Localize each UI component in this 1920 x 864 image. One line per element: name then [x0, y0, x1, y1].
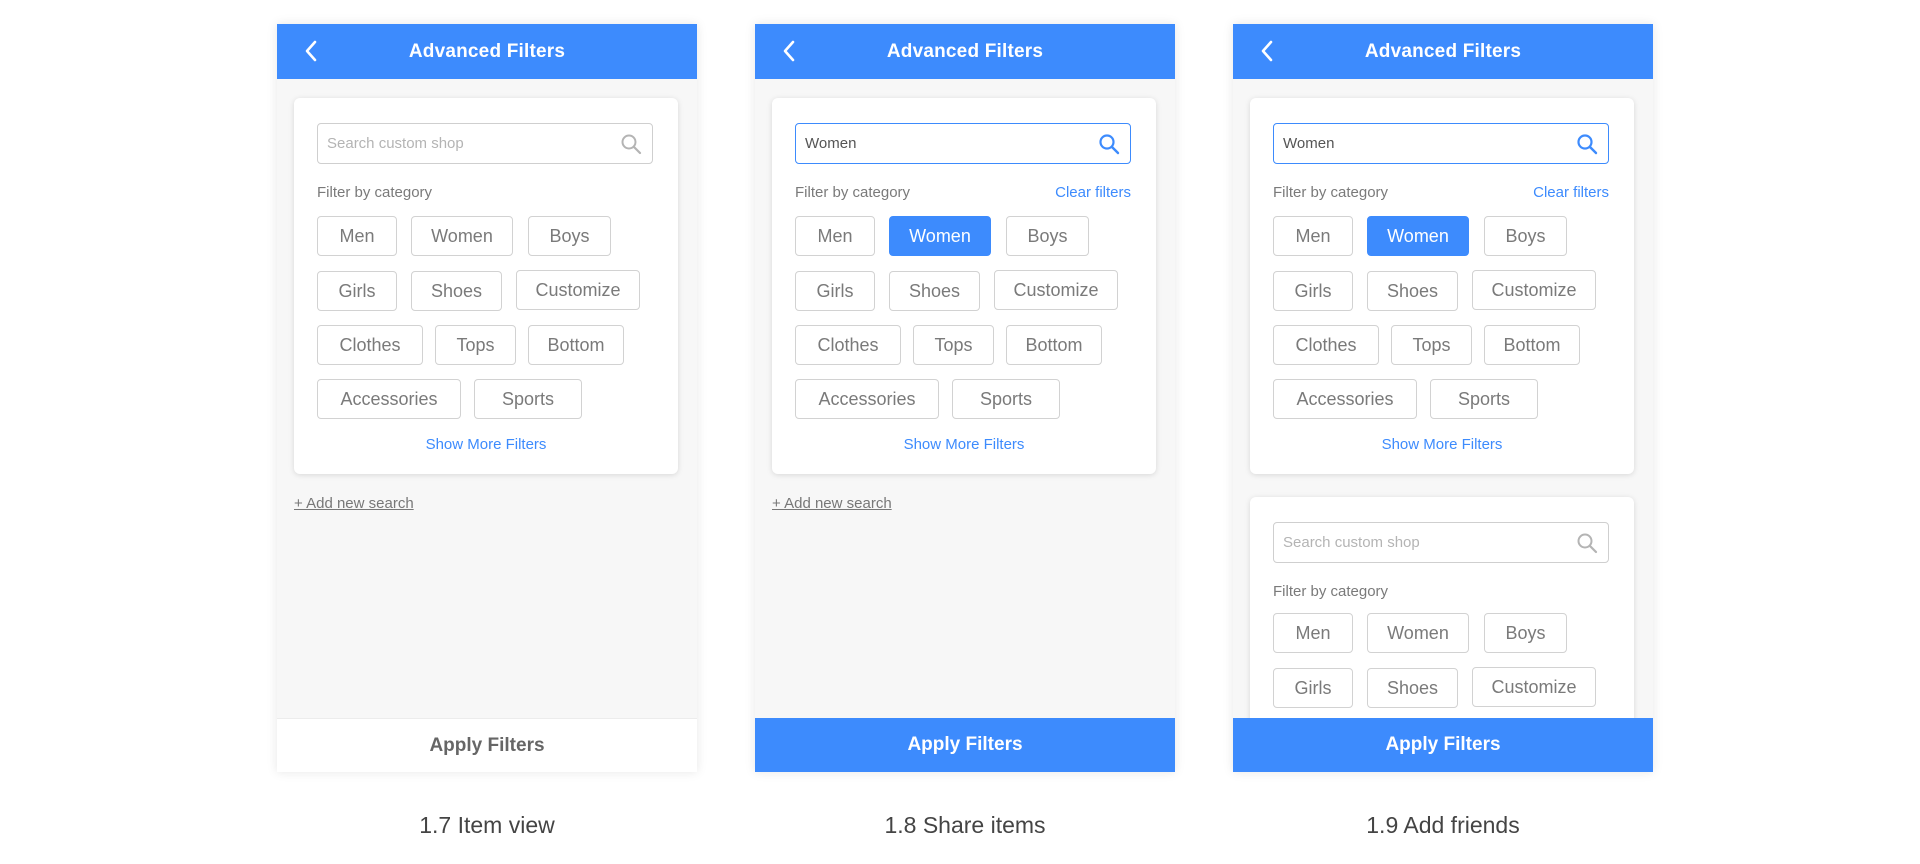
header-title: Advanced Filters: [1364, 40, 1522, 62]
chip-men[interactable]: Men: [795, 216, 875, 256]
filter-card: Filter by category Men Women Boys Girls …: [294, 98, 678, 474]
chip-tops[interactable]: Tops: [913, 325, 994, 365]
chip-men[interactable]: Men: [1273, 613, 1353, 653]
chip-shoes[interactable]: Shoes: [1367, 668, 1458, 708]
chip-women[interactable]: Women: [889, 216, 991, 256]
search-icon: [1577, 533, 1598, 554]
chip-bottom[interactable]: Bottom: [1006, 325, 1102, 365]
chip-accessories[interactable]: Accessories: [317, 379, 461, 419]
apply-filters-button[interactable]: Apply Filters: [755, 718, 1175, 772]
filter-by-category-label: Filter by category: [1273, 583, 1389, 600]
chip-customize[interactable]: Customize: [994, 270, 1118, 310]
search-input[interactable]: [1274, 124, 1573, 162]
search-icon: [1577, 134, 1598, 155]
filter-by-category-label: Filter by category: [795, 184, 911, 201]
caption-item-view: 1.7 Item view: [419, 812, 555, 838]
chip-tops[interactable]: Tops: [435, 325, 516, 365]
chip-customize[interactable]: Customize: [1472, 270, 1596, 310]
filter-by-category-label: Filter by category: [317, 184, 433, 201]
chevron-left-icon: [305, 40, 317, 62]
search-input[interactable]: [796, 124, 1095, 162]
show-more-filters-link[interactable]: Show More Filters: [294, 436, 678, 453]
caption-share-items: 1.8 Share items: [884, 812, 1046, 838]
chip-boys[interactable]: Boys: [1006, 216, 1089, 256]
back-button[interactable]: [775, 37, 803, 65]
search-icon: [1099, 134, 1120, 155]
header-bar: Advanced Filters: [1233, 24, 1653, 79]
search-box: [795, 123, 1131, 164]
screen-share-items: Advanced Filters Filter by category Clea…: [755, 24, 1175, 772]
chip-men[interactable]: Men: [1273, 216, 1353, 256]
chevron-left-icon: [783, 40, 795, 62]
filter-card: Filter by category Clear filters Men Wom…: [772, 98, 1156, 474]
chip-girls[interactable]: Girls: [317, 271, 397, 311]
chip-women[interactable]: Women: [1367, 216, 1469, 256]
search-button[interactable]: [1576, 532, 1598, 554]
search-box: [1273, 522, 1609, 563]
apply-filters-button[interactable]: Apply Filters: [277, 718, 697, 772]
chip-boys[interactable]: Boys: [528, 216, 611, 256]
chip-sports[interactable]: Sports: [952, 379, 1060, 419]
chip-clothes[interactable]: Clothes: [317, 325, 423, 365]
screen-add-friends: Advanced Filters Filter by category Clea…: [1233, 24, 1653, 772]
header-bar: Advanced Filters: [277, 24, 697, 79]
search-button[interactable]: [1576, 133, 1598, 155]
chip-girls[interactable]: Girls: [795, 271, 875, 311]
search-input[interactable]: [318, 124, 617, 162]
caption-add-friends: 1.9 Add friends: [1366, 812, 1520, 838]
search-box: [1273, 123, 1609, 164]
search-button[interactable]: [620, 133, 642, 155]
show-more-filters-link[interactable]: Show More Filters: [772, 436, 1156, 453]
filter-card: Filter by category Clear filters Men Wom…: [1250, 98, 1634, 474]
chip-sports[interactable]: Sports: [474, 379, 582, 419]
chip-shoes[interactable]: Shoes: [411, 271, 502, 311]
chip-clothes[interactable]: Clothes: [1273, 325, 1379, 365]
screen-item-view: Advanced Filters Filter by category Men …: [277, 24, 697, 772]
chip-boys[interactable]: Boys: [1484, 216, 1567, 256]
chip-shoes[interactable]: Shoes: [889, 271, 980, 311]
chip-boys[interactable]: Boys: [1484, 613, 1567, 653]
chip-girls[interactable]: Girls: [1273, 271, 1353, 311]
chip-sports[interactable]: Sports: [1430, 379, 1538, 419]
search-button[interactable]: [1098, 133, 1120, 155]
chip-accessories[interactable]: Accessories: [1273, 379, 1417, 419]
back-button[interactable]: [297, 37, 325, 65]
clear-filters-link[interactable]: Clear filters: [1533, 184, 1609, 201]
header-title: Advanced Filters: [408, 40, 566, 62]
chip-women[interactable]: Women: [1367, 613, 1469, 653]
chip-accessories[interactable]: Accessories: [795, 379, 939, 419]
chip-clothes[interactable]: Clothes: [795, 325, 901, 365]
apply-filters-button[interactable]: Apply Filters: [1233, 718, 1653, 772]
header-title: Advanced Filters: [886, 40, 1044, 62]
search-box: [317, 123, 653, 164]
header-bar: Advanced Filters: [755, 24, 1175, 79]
chip-bottom[interactable]: Bottom: [528, 325, 624, 365]
add-new-search-link[interactable]: + Add new search: [294, 495, 414, 512]
chip-tops[interactable]: Tops: [1391, 325, 1472, 365]
chip-customize[interactable]: Customize: [1472, 667, 1596, 707]
chip-bottom[interactable]: Bottom: [1484, 325, 1580, 365]
chip-girls[interactable]: Girls: [1273, 668, 1353, 708]
chip-shoes[interactable]: Shoes: [1367, 271, 1458, 311]
chip-customize[interactable]: Customize: [516, 270, 640, 310]
show-more-filters-link[interactable]: Show More Filters: [1250, 436, 1634, 453]
filter-by-category-label: Filter by category: [1273, 184, 1389, 201]
back-button[interactable]: [1253, 37, 1281, 65]
clear-filters-link[interactable]: Clear filters: [1055, 184, 1131, 201]
search-icon: [621, 134, 642, 155]
chip-men[interactable]: Men: [317, 216, 397, 256]
chevron-left-icon: [1261, 40, 1273, 62]
search-input[interactable]: [1274, 523, 1573, 561]
chip-women[interactable]: Women: [411, 216, 513, 256]
add-new-search-link[interactable]: + Add new search: [772, 495, 892, 512]
